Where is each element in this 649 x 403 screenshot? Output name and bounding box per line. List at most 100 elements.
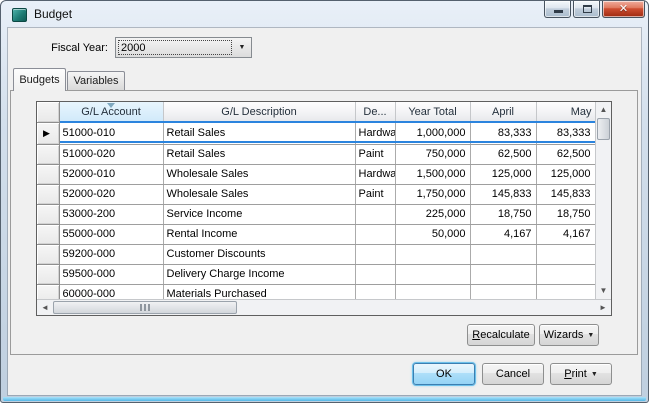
grid-cell[interactable]: 55000-000 <box>59 224 164 245</box>
grid-cell[interactable]: 50,000 <box>395 224 471 245</box>
grid-cell[interactable] <box>470 264 537 285</box>
budget-grid: G/L Account G/L Description De... Year T… <box>36 101 612 316</box>
column-header-april[interactable]: April <box>470 102 537 123</box>
budgets-tab-page: G/L Account G/L Description De... Year T… <box>10 90 638 355</box>
grid-cell[interactable]: 125,000 <box>536 164 595 185</box>
grid-cell[interactable] <box>395 264 471 285</box>
grid-cell[interactable]: Rental Income <box>163 224 356 245</box>
tab-budgets[interactable]: Budgets <box>13 68 66 91</box>
cancel-button[interactable]: Cancel <box>482 363 544 385</box>
grid-cell[interactable]: 145,833 <box>536 184 595 205</box>
fiscal-year-select[interactable]: 2000 ▼ <box>115 37 252 58</box>
grid-cell[interactable]: Customer Discounts <box>163 244 356 265</box>
row-selector[interactable] <box>37 164 60 185</box>
chevron-down-icon[interactable]: ▼ <box>234 39 250 56</box>
dropdown-arrow-icon: ▼ <box>587 332 595 339</box>
vertical-scrollbar[interactable]: ▲ ▼ <box>595 102 611 299</box>
grid-cell[interactable] <box>470 244 537 265</box>
column-header-year-total[interactable]: Year Total <box>395 102 471 123</box>
row-selector[interactable] <box>37 224 60 245</box>
grid-cell[interactable] <box>355 224 396 245</box>
selected-row-top-border <box>60 121 595 123</box>
grid-cell[interactable]: 18,750 <box>536 204 595 225</box>
table-row: 52000-010Wholesale SalesHardware1,500,00… <box>37 164 595 185</box>
grid-cell[interactable] <box>395 284 471 299</box>
grid-header-row: G/L Account G/L Description De... Year T… <box>37 102 595 123</box>
horizontal-scrollbar-thumb[interactable] <box>53 301 237 314</box>
minimize-button[interactable] <box>544 1 571 18</box>
grid-cell[interactable] <box>536 244 595 265</box>
grid-cell[interactable]: 18,750 <box>470 204 537 225</box>
maximize-button[interactable] <box>573 1 600 18</box>
scroll-right-icon[interactable]: ► <box>596 300 610 315</box>
grid-cell[interactable]: Delivery Charge Income <box>163 264 356 285</box>
vertical-scrollbar-thumb[interactable] <box>597 118 610 140</box>
grid-cell[interactable] <box>536 264 595 285</box>
tab-variables[interactable]: Variables <box>67 71 125 90</box>
grid-cell[interactable]: 125,000 <box>470 164 537 185</box>
recalculate-button[interactable]: Recalculate <box>467 324 535 346</box>
grid-cell[interactable]: 1,500,000 <box>395 164 471 185</box>
grid-cell[interactable]: Wholesale Sales <box>163 184 356 205</box>
table-row: 51000-020 Retail Sales Paint 750,000 62,500 6… <box>37 144 595 165</box>
grid-cell[interactable] <box>536 284 595 299</box>
window-title: Budget <box>34 7 73 21</box>
grid-cell[interactable] <box>470 284 537 299</box>
row-selector[interactable] <box>37 244 60 265</box>
grid-cell[interactable]: Paint <box>355 184 396 205</box>
grid-cell[interactable]: 52000-010 <box>59 164 164 185</box>
scroll-down-icon[interactable]: ▼ <box>596 284 611 298</box>
grid-cell[interactable]: 1,750,000 <box>395 184 471 205</box>
horizontal-scrollbar[interactable]: ◄ ► <box>37 299 611 315</box>
column-header-dept[interactable]: De... <box>355 102 396 123</box>
grid-cell[interactable]: Paint <box>355 144 396 165</box>
grid-cell[interactable]: 59500-000 <box>59 264 164 285</box>
row-selector[interactable] <box>37 184 60 205</box>
table-row: 55000-000 Rental Income 50,000 4,167 4,167 <box>37 224 595 245</box>
column-header-gl-account[interactable]: G/L Account <box>59 102 164 123</box>
grid-cell[interactable]: 750,000 <box>395 144 471 165</box>
grid-cell[interactable]: 62,500 <box>536 144 595 165</box>
close-button[interactable]: ✕ <box>602 1 645 18</box>
current-row-icon: ▶ <box>43 127 50 138</box>
close-icon: ✕ <box>618 3 629 15</box>
grid-cell[interactable]: Materials Purchased <box>163 284 356 299</box>
grid-cell[interactable] <box>355 284 396 299</box>
scroll-up-icon[interactable]: ▲ <box>596 103 611 117</box>
grid-cell[interactable] <box>355 204 396 225</box>
grid-cell[interactable]: 225,000 <box>395 204 471 225</box>
sort-descending-icon <box>107 103 115 108</box>
table-row: 52000-020 Wholesale Sales Paint 1,750,000 14… <box>37 184 595 205</box>
print-button[interactable]: Print ▼ <box>550 363 612 385</box>
grid-cell[interactable]: 59200-000 <box>59 244 164 265</box>
fiscal-year-label: Fiscal Year: <box>51 42 108 54</box>
grid-cell[interactable] <box>355 264 396 285</box>
scroll-left-icon[interactable]: ◄ <box>38 300 52 315</box>
grid-cell[interactable]: 60000-000 <box>59 284 164 299</box>
grid-cell[interactable]: Retail Sales <box>163 144 356 165</box>
grid-cell[interactable] <box>395 244 471 265</box>
grid-cell[interactable]: Wholesale Sales <box>163 164 356 185</box>
column-header-selector <box>37 102 60 123</box>
grid-cell[interactable]: 4,167 <box>470 224 537 245</box>
grid-cell[interactable]: 62,500 <box>470 144 537 165</box>
grid-cell[interactable]: Service Income <box>163 204 356 225</box>
row-selector[interactable]: ▶ <box>37 122 60 145</box>
title-bar[interactable]: Budget ✕ <box>1 1 648 28</box>
row-selector[interactable] <box>37 144 60 165</box>
grid-cell[interactable] <box>355 244 396 265</box>
ok-button[interactable]: OK <box>413 363 475 385</box>
grid-cell[interactable]: 4,167 <box>536 224 595 245</box>
grid-cell[interactable]: Hardware <box>355 164 396 185</box>
wizards-button[interactable]: Wizards ▼ <box>539 324 599 346</box>
column-header-may[interactable]: May <box>536 102 595 123</box>
column-header-gl-description[interactable]: G/L Description <box>163 102 356 123</box>
table-row: 59200-000 Customer Discounts <box>37 244 595 265</box>
row-selector[interactable] <box>37 264 60 285</box>
grid-cell[interactable]: 145,833 <box>470 184 537 205</box>
grid-cell[interactable]: 53000-200 <box>59 204 164 225</box>
grid-cell[interactable]: 52000-020 <box>59 184 164 205</box>
row-selector[interactable] <box>37 204 60 225</box>
grid-cell[interactable]: 51000-020 <box>59 144 164 165</box>
row-selector[interactable] <box>37 284 60 299</box>
